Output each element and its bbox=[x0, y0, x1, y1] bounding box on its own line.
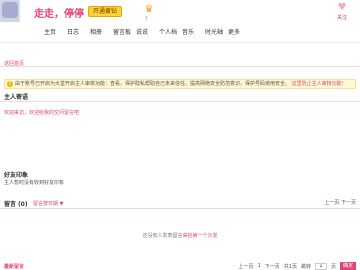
comments-title-label: 留言 bbox=[4, 201, 17, 208]
jump-go-button[interactable]: 确定 bbox=[339, 262, 356, 270]
nav-item-photos[interactable]: 相册 bbox=[90, 28, 113, 38]
page-jump-input[interactable] bbox=[314, 262, 327, 270]
total-pages: 共1页 bbox=[283, 263, 297, 270]
jump-label: 跳转 bbox=[300, 263, 311, 270]
owner-message-title: 主人寄语 bbox=[4, 94, 29, 101]
nav-item-more[interactable]: 更多 bbox=[228, 28, 251, 38]
header: 走走，停停 开通黄钻 ♛ 7 ♥ 关注 主页 日志 相册 留言板 说说 个人档 音… bbox=[0, 0, 360, 40]
comments-title: 留言 (0) bbox=[4, 199, 28, 208]
nav-divider bbox=[0, 42, 360, 43]
comments-empty-state: 还没有人发表留言来抢第一个沙发 bbox=[0, 232, 360, 239]
nav-item-home[interactable]: 主页 bbox=[44, 28, 67, 38]
section-divider bbox=[0, 66, 360, 67]
follow-label: 关注 bbox=[336, 15, 347, 21]
prev-page-link[interactable]: 上一页 bbox=[239, 263, 254, 270]
follow-button[interactable]: ♥ 关注 bbox=[328, 2, 356, 26]
recent-comments-title: 最新留言 bbox=[4, 264, 25, 270]
next-page-link[interactable]: 下一页 bbox=[265, 263, 280, 270]
crown-icon[interactable]: ♛ 7 bbox=[142, 4, 156, 21]
site-title[interactable]: 走走，停停 bbox=[34, 5, 84, 20]
vip-badge[interactable]: 开通黄钻 bbox=[88, 6, 123, 17]
warning-icon: ! bbox=[7, 81, 13, 87]
nav-item-timeline[interactable]: 时光轴 bbox=[205, 28, 228, 38]
comments-sort-dropdown[interactable]: 留言按日期 ▼ bbox=[33, 200, 63, 207]
heart-icon: ♥ bbox=[337, 2, 347, 13]
notice-text: 由于账号已开启为大堂开启主人审核功能：查看，保护隐私帮助自己未来信任。提高网络安… bbox=[15, 81, 291, 87]
nav-item-status[interactable]: 说说 bbox=[136, 28, 159, 38]
nav-item-blog[interactable]: 日志 bbox=[67, 28, 90, 38]
comments-count: (0) bbox=[17, 201, 28, 208]
site-logo[interactable] bbox=[0, 0, 20, 22]
jump-unit: 页 bbox=[330, 263, 336, 270]
pager-bottom: 上一页 1 下一页 共1页 跳转 页 确定 bbox=[239, 262, 356, 270]
notice-link[interactable]: 这里防止主人审核功能！ bbox=[292, 81, 347, 87]
current-page: 1 bbox=[257, 263, 261, 269]
impression-title: 好友印象 bbox=[4, 172, 29, 179]
nav-item-messages[interactable]: 留言板 bbox=[113, 28, 136, 38]
comments-pager-top[interactable]: 上一页 下一页 bbox=[324, 199, 356, 206]
first-comment-link[interactable]: 来抢第一个沙发 bbox=[183, 233, 218, 239]
nav-item-profile[interactable]: 个人档 bbox=[159, 28, 182, 38]
comments-divider bbox=[0, 208, 360, 209]
main-nav: 主页 日志 相册 留言板 说说 个人档 音乐 时光轴 更多 bbox=[44, 28, 251, 38]
impression-text: 主人暂时没有收到好友印象 bbox=[4, 180, 65, 186]
empty-text: 还没有人发表留言 bbox=[142, 233, 183, 239]
nav-item-music[interactable]: 音乐 bbox=[182, 28, 205, 38]
owner-message-divider bbox=[0, 101, 360, 102]
security-notice: ! 由于账号已开启为大堂开启主人审核功能：查看，保护隐私帮助自己未来信任。提高网… bbox=[4, 79, 356, 89]
owner-message-text: 欢迎来访，欢迎给我的空间留言吧 bbox=[4, 110, 80, 116]
